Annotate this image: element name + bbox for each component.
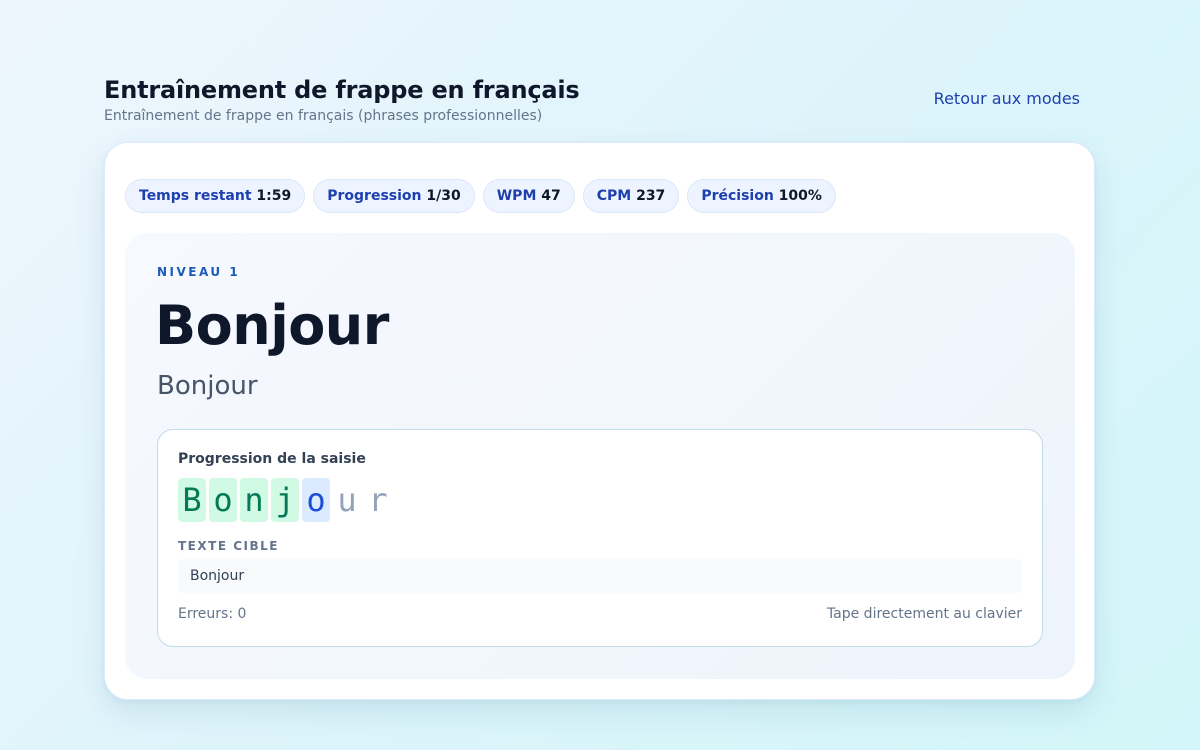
lesson-panel: NIVEAU 1 Bonjour Bonjour Progression de … xyxy=(125,233,1075,679)
header: Entraînement de frappe en français Entra… xyxy=(104,75,1095,130)
stat-label: Progression xyxy=(327,188,422,204)
back-to-modes-link[interactable]: Retour aux modes xyxy=(934,89,1080,108)
stat-label: CPM xyxy=(596,188,632,204)
typing-area[interactable]: Progression de la saisie B o n j o u r T… xyxy=(157,429,1043,647)
char-cell: n xyxy=(240,478,268,522)
typing-progress-label: Progression de la saisie xyxy=(178,451,366,467)
stat-value: 47 xyxy=(541,188,561,204)
stat-label: Temps restant xyxy=(139,188,252,204)
stat-progression: Progression 1/30 xyxy=(313,179,475,213)
typed-characters: B o n j o u r xyxy=(178,478,392,522)
stat-cpm: CPM 237 xyxy=(582,179,680,213)
page-subtitle: Entraînement de frappe en français (phra… xyxy=(104,108,543,124)
level-label: NIVEAU 1 xyxy=(157,265,241,279)
stat-wpm: WPM 47 xyxy=(482,179,575,213)
keyboard-hint: Tape directement au clavier xyxy=(826,606,1022,622)
page: Entraînement de frappe en français Entra… xyxy=(104,0,1095,750)
stat-label: Précision xyxy=(701,188,774,204)
word-translation: Bonjour xyxy=(157,371,258,401)
stat-accuracy: Précision 100% xyxy=(687,179,836,213)
char-cell: o xyxy=(209,478,237,522)
stat-time-remaining: Temps restant 1:59 xyxy=(125,179,306,213)
stat-value: 1:59 xyxy=(256,188,292,204)
stat-value: 237 xyxy=(636,188,666,204)
stat-value: 1/30 xyxy=(426,188,461,204)
practice-card: Temps restant 1:59 Progression 1/30 WPM … xyxy=(104,142,1095,700)
target-text-label: TEXTE CIBLE xyxy=(178,539,279,553)
stat-value: 100% xyxy=(778,188,822,204)
error-count: Erreurs: 0 xyxy=(178,606,247,622)
char-cell: B xyxy=(178,478,206,522)
char-cell: u xyxy=(337,481,357,519)
stats-bar: Temps restant 1:59 Progression 1/30 WPM … xyxy=(125,179,836,213)
char-cell: r xyxy=(368,481,388,519)
target-text: Bonjour xyxy=(178,558,1022,594)
char-cell: j xyxy=(271,478,299,522)
stat-label: WPM xyxy=(496,188,537,204)
target-word: Bonjour xyxy=(155,294,389,357)
char-cell: o xyxy=(302,478,330,522)
